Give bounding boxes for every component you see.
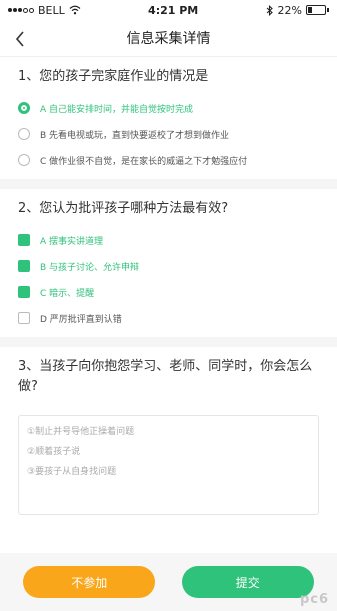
question-2: 2、您认为批评孩子哪种方法最有效? A 摆事实讲道理 B 与孩子讨论、允许申辩 …: [0, 189, 337, 337]
option-label: B 与孩子讨论、允许申辩: [40, 262, 140, 273]
checkbox-icon[interactable]: [18, 286, 30, 298]
nav-bar: 信息采集详情: [0, 20, 337, 57]
chevron-left-icon[interactable]: [8, 27, 32, 51]
radio-icon[interactable]: [18, 128, 30, 140]
option-label: C 做作业很不自觉，是在家长的威逼之下才勉强应付: [40, 156, 248, 167]
carrier-label: BELL: [38, 3, 65, 17]
signal-dots-icon: [8, 7, 34, 13]
checkbox-icon[interactable]: [18, 260, 30, 272]
option-label: D 严厉批评直到认错: [40, 314, 122, 325]
option-label: A 自己能安排时间，并能自觉按时完成: [40, 104, 194, 115]
page-title: 信息采集详情: [126, 31, 211, 47]
checkbox-icon[interactable]: [18, 234, 30, 246]
option-label: A 摆事实讲道理: [40, 236, 104, 247]
checkbox-icon[interactable]: [18, 312, 30, 324]
option-label: B 先看电视或玩，直到快要返校了才想到做作业: [40, 130, 230, 141]
option-2a[interactable]: A 摆事实讲道理: [18, 227, 319, 253]
radio-icon[interactable]: [18, 102, 30, 114]
bluetooth-icon: [266, 4, 273, 16]
question-title: 2、您认为批评孩子哪种方法最有效?: [18, 201, 229, 216]
question-title: 1、您的孩子完家庭作业的情况是: [18, 69, 209, 84]
screen: BELL 4:21 PM 22% 信息采集详情 1、您的孩子完家庭作业的情况是 …: [0, 0, 337, 611]
option-1a[interactable]: A 自己能安排时间，并能自觉按时完成: [18, 95, 319, 121]
option-2c[interactable]: C 暗示、提醒: [18, 279, 319, 305]
battery-icon: [305, 5, 329, 15]
status-right: 22%: [266, 4, 329, 17]
question-title: 3、当孩子向你抱怨学习、老师、同学时，你会怎么做?: [18, 359, 313, 394]
answer-textarea[interactable]: ①制止并号导他正操着问题 ②顺着孩子说 ③要孩子从自身找问题: [18, 415, 319, 515]
status-left: BELL: [8, 4, 81, 17]
battery-percent: 22%: [277, 3, 302, 17]
wifi-icon: [69, 5, 81, 15]
section-divider: [0, 179, 337, 189]
decline-button[interactable]: 不参加: [23, 566, 156, 598]
status-bar: BELL 4:21 PM 22%: [0, 0, 337, 20]
option-label: C 暗示、提醒: [40, 288, 95, 299]
placeholder-line: ①制止并号导他正操着问题: [27, 427, 135, 437]
option-2b[interactable]: B 与孩子讨论、允许申辩: [18, 253, 319, 279]
status-time: 4:21 PM: [148, 3, 199, 17]
option-1b[interactable]: B 先看电视或玩，直到快要返校了才想到做作业: [18, 121, 319, 147]
submit-button[interactable]: 提交: [181, 566, 314, 598]
option-2d[interactable]: D 严厉批评直到认错: [18, 305, 319, 331]
question-3: 3、当孩子向你抱怨学习、老师、同学时，你会怎么做?: [0, 347, 337, 411]
question-1: 1、您的孩子完家庭作业的情况是 A 自己能安排时间，并能自觉按时完成 B 先看电…: [0, 57, 337, 179]
watermark-logo: pc6: [299, 592, 329, 607]
section-divider: [0, 337, 337, 347]
placeholder-line: ③要孩子从自身找问题: [27, 467, 117, 477]
bottom-bar: 不参加 提交: [0, 553, 337, 611]
option-1c[interactable]: C 做作业很不自觉，是在家长的威逼之下才勉强应付: [18, 147, 319, 173]
radio-icon[interactable]: [18, 154, 30, 166]
placeholder-line: ②顺着孩子说: [27, 447, 81, 457]
